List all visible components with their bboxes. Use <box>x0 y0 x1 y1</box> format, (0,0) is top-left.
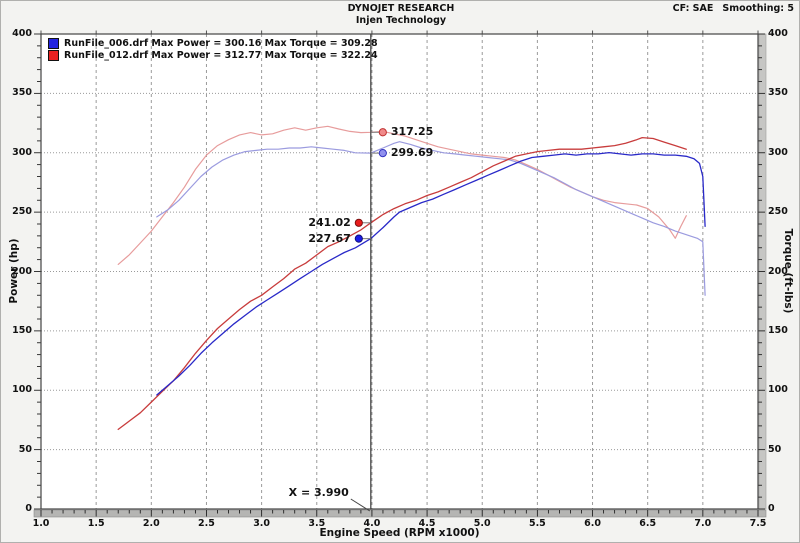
power-tick-label: 50 <box>1 444 32 455</box>
torque-tick-label: 100 <box>768 384 798 395</box>
x-tick-label: 2.0 <box>137 518 165 529</box>
x-tick-label: 1.0 <box>27 518 55 529</box>
cursor-value-power-blue: 227.67 <box>289 232 351 246</box>
torque-tick-label: 250 <box>768 206 798 217</box>
x-tick-label: 4.0 <box>358 518 386 529</box>
torque-tick-label: 200 <box>768 266 798 277</box>
legend-item: RunFile_012.drf Max Power = 312.77 Max T… <box>48 50 378 61</box>
x-tick-label: 5.5 <box>523 518 551 529</box>
x-tick-label: 5.0 <box>468 518 496 529</box>
x-tick-label: 7.5 <box>744 518 772 529</box>
runs-legend: RunFile_006.drf Max Power = 300.16 Max T… <box>48 38 378 61</box>
x-tick-label: 6.0 <box>579 518 607 529</box>
x-tick-label: 6.5 <box>634 518 662 529</box>
torque-tick-label: 350 <box>768 87 798 98</box>
torque-tick-label: 400 <box>768 28 798 39</box>
dyno-chart-plot[interactable] <box>1 1 800 543</box>
power-tick-label: 250 <box>1 206 32 217</box>
power-tick-label: 0 <box>1 503 32 514</box>
x-tick-label: 4.5 <box>413 518 441 529</box>
torque-tick-label: 50 <box>768 444 798 455</box>
legend-run-text: RunFile_012.drf Max Power = 312.77 Max T… <box>64 50 378 61</box>
power-tick-label: 150 <box>1 325 32 336</box>
legend-run-text: RunFile_006.drf Max Power = 300.16 Max T… <box>64 38 378 49</box>
x-tick-label: 3.5 <box>303 518 331 529</box>
power-tick-label: 400 <box>1 28 32 39</box>
cursor-value-torque-blue: 299.69 <box>391 146 433 160</box>
power-tick-label: 350 <box>1 87 32 98</box>
dyno-graph-window: DYNOJET RESEARCH Injen Technology CF: SA… <box>0 0 800 543</box>
run-color-swatch-red <box>48 50 59 61</box>
cursor-x-readout: X = 3.990 <box>265 486 349 499</box>
cursor-value-torque-red: 317.25 <box>391 125 433 139</box>
power-tick-label: 200 <box>1 266 32 277</box>
x-tick-label: 7.0 <box>689 518 717 529</box>
cursor-value-power-red: 241.02 <box>289 216 351 230</box>
x-tick-label: 3.0 <box>248 518 276 529</box>
x-tick-label: 2.5 <box>192 518 220 529</box>
run-color-swatch-blue <box>48 38 59 49</box>
x-tick-label: 1.5 <box>82 518 110 529</box>
torque-tick-label: 0 <box>768 503 798 514</box>
power-tick-label: 100 <box>1 384 32 395</box>
legend-item: RunFile_006.drf Max Power = 300.16 Max T… <box>48 38 378 49</box>
torque-tick-label: 300 <box>768 147 798 158</box>
power-tick-label: 300 <box>1 147 32 158</box>
torque-tick-label: 150 <box>768 325 798 336</box>
